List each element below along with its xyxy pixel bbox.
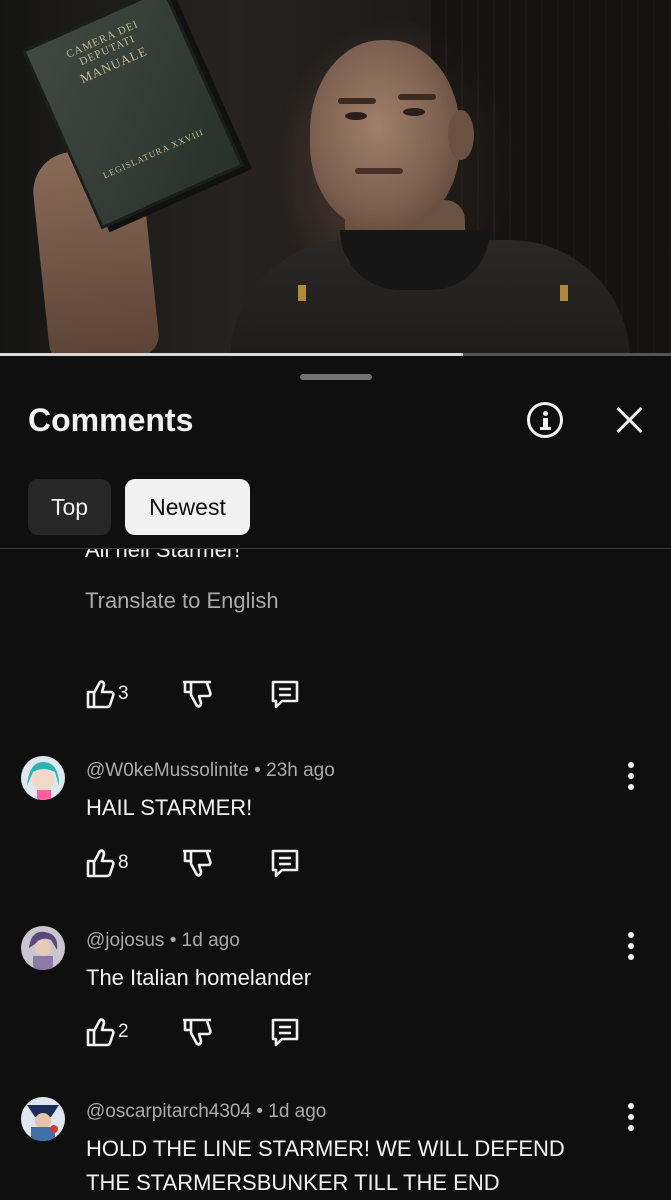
comment-actions: 8 xyxy=(84,846,344,882)
comment-item: @oscarpitarch4304 • 1d ago HOLD THE LINE… xyxy=(0,1097,671,1200)
comment-item: @jojosus • 1d ago The Italian homelander… xyxy=(0,926,671,1096)
thumbs-down-icon xyxy=(183,849,212,877)
author-name[interactable]: @jojosus xyxy=(86,930,164,951)
comments-list[interactable]: All hell Starmer! Translate to English 3… xyxy=(0,549,671,1200)
thumbs-up-icon xyxy=(86,680,115,709)
book-line-3: LEGISLATURA XXVIII xyxy=(101,126,206,181)
author-name[interactable]: @W0keMussolinite xyxy=(86,760,249,781)
video-player[interactable]: CAMERA DEI DEPUTATI MANUALE LEGISLATURA … xyxy=(0,0,671,356)
comment-meta: @oscarpitarch4304 • 1d ago xyxy=(86,1101,327,1122)
filter-chip-top[interactable]: Top xyxy=(28,479,111,535)
comment-text: HAIL STARMER! xyxy=(86,795,253,820)
comment-actions: 3 xyxy=(84,677,344,713)
like-button[interactable]: 2 xyxy=(84,1015,129,1051)
like-count: 3 xyxy=(118,683,129,704)
right-brow xyxy=(398,94,436,100)
drag-handle[interactable] xyxy=(300,374,372,380)
reply-icon xyxy=(271,1018,299,1047)
more-vert-icon[interactable] xyxy=(622,932,640,962)
like-count: 8 xyxy=(118,852,129,873)
more-vert-icon[interactable] xyxy=(622,762,640,792)
comment-text: All hell Starmer! xyxy=(85,549,241,562)
dislike-button[interactable] xyxy=(181,677,213,713)
info-icon[interactable] xyxy=(527,402,563,438)
comment-actions: 2 xyxy=(84,1015,344,1051)
reply-icon xyxy=(271,849,299,878)
comment-age: 1d ago xyxy=(181,930,240,951)
like-count: 2 xyxy=(118,1021,129,1042)
thumbs-up-icon xyxy=(86,849,115,878)
like-button[interactable]: 8 xyxy=(84,846,129,882)
collar-pin-left xyxy=(298,285,306,301)
collar-pin-right xyxy=(560,285,568,301)
author-name[interactable]: @oscarpitarch4304 xyxy=(86,1101,251,1122)
like-button[interactable]: 3 xyxy=(84,677,129,713)
comment-meta: @jojosus • 1d ago xyxy=(86,930,240,951)
comment-text: The Italian homelander xyxy=(86,965,312,990)
comment-age: 23h ago xyxy=(266,760,335,781)
ear xyxy=(448,110,474,160)
comment-item: @W0keMussolinite • 23h ago HAIL STARMER!… xyxy=(0,756,671,926)
filter-chip-newest[interactable]: Newest xyxy=(125,479,250,535)
mouth xyxy=(355,168,403,174)
translate-link[interactable]: Translate to English xyxy=(85,588,279,614)
reply-button[interactable] xyxy=(269,677,301,713)
left-brow xyxy=(338,98,376,104)
comment-text: HOLD THE LINE STARMER! WE WILL DEFEND TH… xyxy=(86,1136,565,1195)
thumbs-down-icon xyxy=(183,1018,212,1046)
reply-icon xyxy=(271,680,299,709)
thumbs-down-icon xyxy=(183,680,212,708)
head xyxy=(310,40,460,230)
progress-fill xyxy=(0,353,463,356)
reply-button[interactable] xyxy=(269,1015,301,1051)
comments-title: Comments xyxy=(28,402,194,438)
comments-sheet: Comments Top Newest All hell Starmer! Tr… xyxy=(0,360,671,1200)
avatar[interactable] xyxy=(21,756,65,800)
comment-age: 1d ago xyxy=(268,1101,327,1122)
comment-meta: @W0keMussolinite • 23h ago xyxy=(86,760,335,781)
avatar[interactable] xyxy=(21,926,65,970)
right-eye xyxy=(403,108,425,116)
left-eye xyxy=(345,112,367,120)
dislike-button[interactable] xyxy=(181,846,213,882)
thumbs-up-icon xyxy=(86,1018,115,1047)
more-vert-icon[interactable] xyxy=(622,1103,640,1133)
close-icon[interactable] xyxy=(614,404,646,436)
dislike-button[interactable] xyxy=(181,1015,213,1051)
avatar[interactable] xyxy=(21,1097,65,1141)
reply-button[interactable] xyxy=(269,846,301,882)
